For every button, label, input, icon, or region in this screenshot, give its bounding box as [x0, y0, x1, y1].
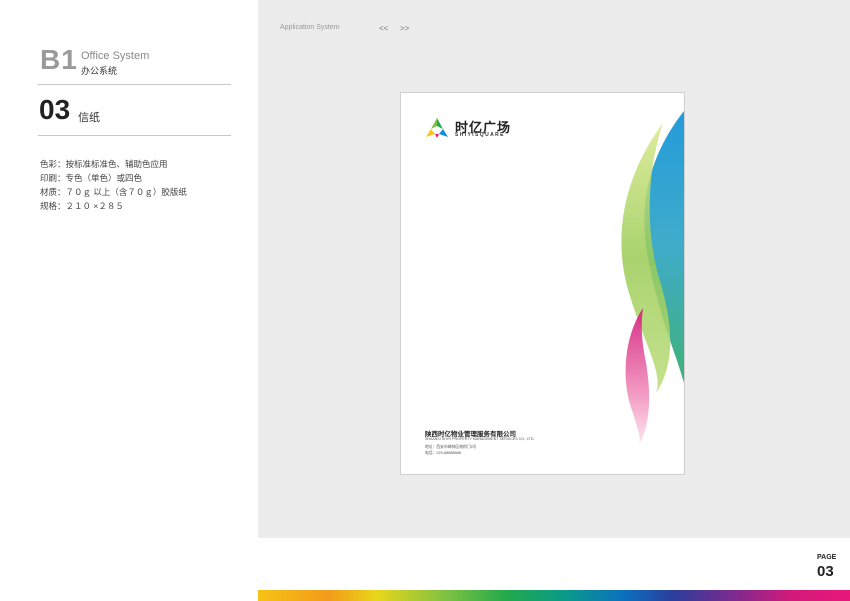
divider [38, 84, 231, 85]
spec-color: 色彩：按标准标准色、辅助色应用 [40, 159, 168, 169]
next-button[interactable]: >> [400, 24, 409, 33]
left-panel: B1 Office System 办公系统 03 信纸 色彩：按标准标准色、辅助… [0, 0, 258, 601]
logo-icon [426, 118, 448, 138]
page-number: 03 [817, 563, 834, 580]
wave-decoration [621, 111, 684, 445]
spec-list: 色彩：按标准标准色、辅助色应用 印刷：专色（单色）或四色 材质：７０ｇ 以上（含… [40, 157, 187, 213]
item-name: 信纸 [78, 112, 100, 124]
section-name-cn: 办公系统 [81, 66, 118, 76]
logo-name-en: SHIYISQUARE [455, 132, 505, 138]
company-phone: 电话：029-88888888 [425, 451, 461, 455]
spec-print: 印刷：专色（单色）或四色 [40, 173, 143, 183]
company-logo: 时亿广场 SHIYISQUARE [425, 117, 510, 144]
spec-material: 材质：７０ｇ 以上（含７０ｇ）胶版纸 [40, 187, 187, 197]
company-address: 地址：西安市碑林区南稍门5号 [425, 445, 477, 449]
page-label: PAGE [817, 554, 837, 561]
section-name-en: Office System [81, 50, 150, 62]
color-bar [258, 590, 850, 601]
app-system-label: Application System [280, 24, 340, 31]
company-name-en: SHAANXI SHIYI PROPERTY MANAGEMENT SERVIC… [425, 437, 535, 441]
item-number: 03 [39, 94, 71, 125]
divider [38, 135, 231, 136]
prev-button[interactable]: << [379, 24, 388, 33]
section-code: B1 [40, 44, 78, 75]
spec-size: 规格：２１０ ×２８５ [40, 201, 124, 211]
letterhead-sheet: 时亿广场 SHIYISQUARE 陕西时亿物业管理服务有限公司 SHAANXI … [400, 92, 685, 475]
